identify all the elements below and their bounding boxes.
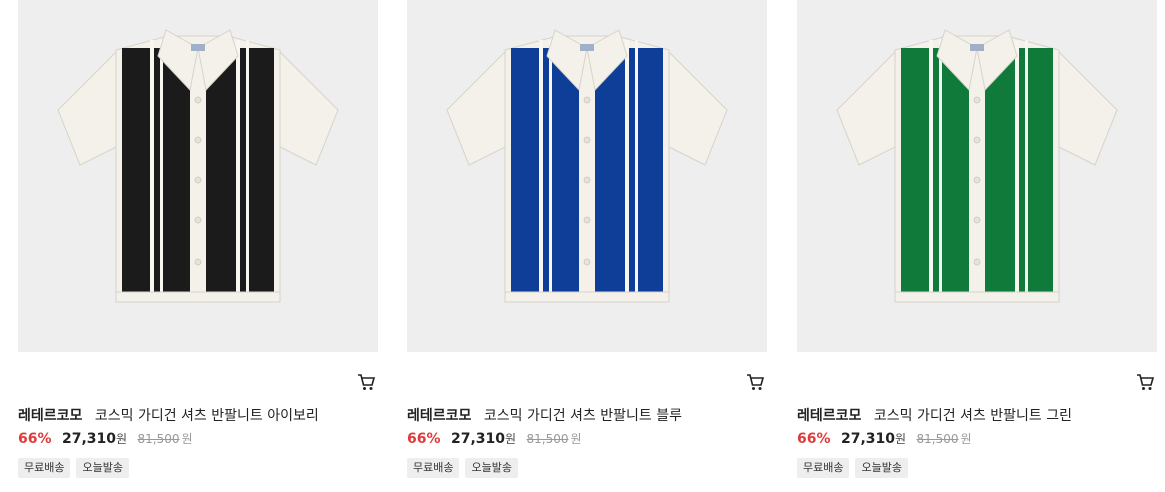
original-currency-unit: 원 bbox=[570, 432, 582, 446]
same-day-shipping-badge: 오늘발송 bbox=[465, 458, 518, 478]
product-image[interactable] bbox=[18, 0, 378, 352]
free-shipping-badge: 무료배송 bbox=[797, 458, 850, 478]
product-card[interactable]: 레테르코모 코스믹 가디건 셔츠 반팔니트 그린 66% 27,310원 81,… bbox=[797, 0, 1157, 492]
cart-icon[interactable] bbox=[745, 372, 765, 392]
sale-price: 27,310 bbox=[840, 431, 895, 447]
brand-name: 레테르코모 bbox=[797, 408, 862, 424]
shirt-illustration bbox=[836, 29, 1118, 303]
badge-list: 무료배송 오늘발송 bbox=[797, 458, 908, 478]
badge-list: 무료배송 오늘발송 bbox=[407, 458, 518, 478]
original-price: 81,500 bbox=[526, 432, 569, 446]
product-grid: 레테르코모 코스믹 가디건 셔츠 반팔니트 아이보리 66% 27,310원 8… bbox=[0, 0, 1165, 492]
free-shipping-badge: 무료배송 bbox=[407, 458, 460, 478]
original-price: 81,500 bbox=[916, 432, 959, 446]
discount-rate: 66% bbox=[407, 431, 441, 447]
price-row: 66% 27,310원 81,500 원 bbox=[797, 430, 972, 447]
price-row: 66% 27,310원 81,500 원 bbox=[18, 430, 193, 447]
original-currency-unit: 원 bbox=[960, 432, 972, 446]
product-name: 코스믹 가디건 셔츠 반팔니트 블루 bbox=[483, 408, 682, 424]
same-day-shipping-badge: 오늘발송 bbox=[76, 458, 129, 478]
sale-price: 27,310 bbox=[450, 431, 505, 447]
product-title[interactable]: 레테르코모 코스믹 가디건 셔츠 반팔니트 아이보리 bbox=[18, 405, 319, 425]
product-card[interactable]: 레테르코모 코스믹 가디건 셔츠 반팔니트 블루 66% 27,310원 81,… bbox=[407, 0, 767, 492]
brand-name: 레테르코모 bbox=[18, 408, 83, 424]
discount-rate: 66% bbox=[18, 431, 52, 447]
discount-rate: 66% bbox=[797, 431, 831, 447]
original-currency-unit: 원 bbox=[181, 432, 193, 446]
currency-unit: 원 bbox=[505, 432, 517, 446]
product-card[interactable]: 레테르코모 코스믹 가디건 셔츠 반팔니트 아이보리 66% 27,310원 8… bbox=[18, 0, 378, 492]
shirt-illustration bbox=[57, 29, 339, 303]
product-image[interactable] bbox=[797, 0, 1157, 352]
brand-name: 레테르코모 bbox=[407, 408, 472, 424]
free-shipping-badge: 무료배송 bbox=[18, 458, 71, 478]
original-price: 81,500 bbox=[137, 432, 180, 446]
sale-price: 27,310 bbox=[61, 431, 116, 447]
product-name: 코스믹 가디건 셔츠 반팔니트 그린 bbox=[873, 408, 1072, 424]
currency-unit: 원 bbox=[116, 432, 128, 446]
currency-unit: 원 bbox=[895, 432, 907, 446]
cart-icon[interactable] bbox=[356, 372, 376, 392]
badge-list: 무료배송 오늘발송 bbox=[18, 458, 129, 478]
same-day-shipping-badge: 오늘발송 bbox=[855, 458, 908, 478]
product-image[interactable] bbox=[407, 0, 767, 352]
cart-icon[interactable] bbox=[1135, 372, 1155, 392]
product-name: 코스믹 가디건 셔츠 반팔니트 아이보리 bbox=[94, 408, 319, 424]
product-title[interactable]: 레테르코모 코스믹 가디건 셔츠 반팔니트 블루 bbox=[407, 405, 682, 425]
shirt-illustration bbox=[446, 29, 728, 303]
product-title[interactable]: 레테르코모 코스믹 가디건 셔츠 반팔니트 그린 bbox=[797, 405, 1072, 425]
price-row: 66% 27,310원 81,500 원 bbox=[407, 430, 582, 447]
